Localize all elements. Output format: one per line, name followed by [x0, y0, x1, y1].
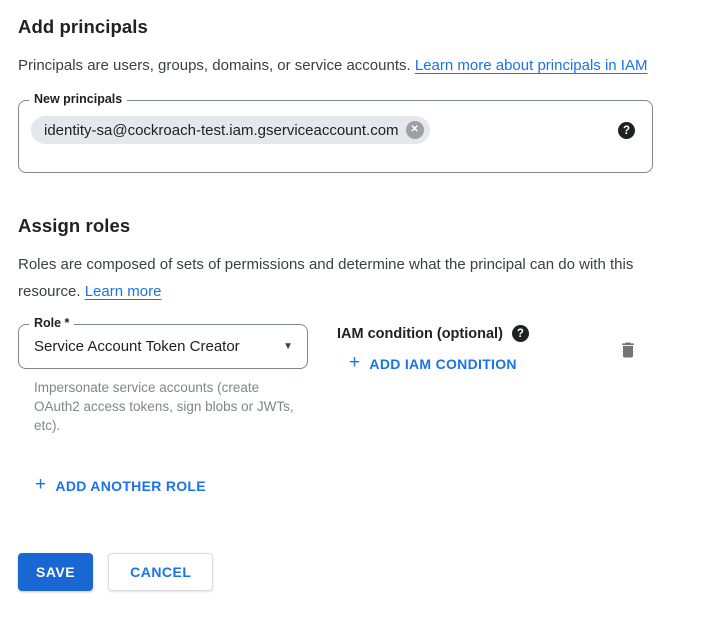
plus-icon: + — [35, 475, 46, 494]
iam-condition-label: IAM condition (optional) — [337, 326, 503, 342]
assign-roles-description: Roles are composed of sets of permission… — [18, 251, 668, 305]
chevron-down-icon: ▼ — [283, 341, 293, 352]
role-label: Role * — [29, 316, 74, 330]
learn-more-roles-link[interactable]: Learn more — [85, 283, 162, 300]
iam-condition-help-icon[interactable]: ? — [512, 325, 529, 342]
principal-chip-value: identity-sa@cockroach-test.iam.gservicea… — [44, 122, 399, 139]
role-helper-text: Impersonate service accounts (create OAu… — [34, 378, 306, 435]
role-column: Role * Service Account Token Creator ▼ I… — [18, 324, 308, 435]
principal-chip: identity-sa@cockroach-test.iam.gservicea… — [31, 116, 430, 144]
role-row: Role * Service Account Token Creator ▼ I… — [18, 324, 640, 435]
add-iam-condition-button[interactable]: + ADD IAM CONDITION — [349, 354, 517, 373]
plus-icon: + — [349, 353, 360, 372]
principals-description: Principals are users, groups, domains, o… — [18, 52, 668, 79]
iam-condition-column: IAM condition (optional) ? + ADD IAM CON… — [337, 324, 529, 374]
action-bar: SAVE CANCEL — [18, 553, 695, 591]
add-another-role-label: ADD ANOTHER ROLE — [55, 478, 206, 494]
new-principals-help-icon[interactable]: ? — [618, 122, 635, 139]
add-iam-condition-label: ADD IAM CONDITION — [369, 356, 516, 372]
chip-remove-button[interactable]: ✕ — [406, 121, 424, 139]
role-select-dropdown[interactable]: Role * Service Account Token Creator ▼ — [18, 324, 308, 369]
new-principals-label: New principals — [29, 92, 127, 106]
principals-description-text: Principals are users, groups, domains, o… — [18, 57, 411, 74]
close-icon: ✕ — [410, 125, 418, 135]
iam-condition-header: IAM condition (optional) ? — [337, 325, 529, 342]
delete-role-button[interactable] — [616, 338, 640, 362]
new-principals-field[interactable]: New principals identity-sa@cockroach-tes… — [18, 100, 653, 173]
page-title: Add principals — [18, 16, 695, 38]
cancel-button[interactable]: CANCEL — [108, 553, 213, 591]
add-principals-panel: Add principals Principals are users, gro… — [0, 0, 713, 629]
role-selected-value: Service Account Token Creator — [34, 338, 240, 355]
trash-icon — [618, 340, 638, 360]
add-another-role-button[interactable]: + ADD ANOTHER ROLE — [35, 476, 206, 495]
save-button[interactable]: SAVE — [18, 553, 93, 591]
learn-more-principals-link[interactable]: Learn more about principals in IAM — [415, 57, 648, 74]
assign-roles-title: Assign roles — [18, 215, 695, 237]
